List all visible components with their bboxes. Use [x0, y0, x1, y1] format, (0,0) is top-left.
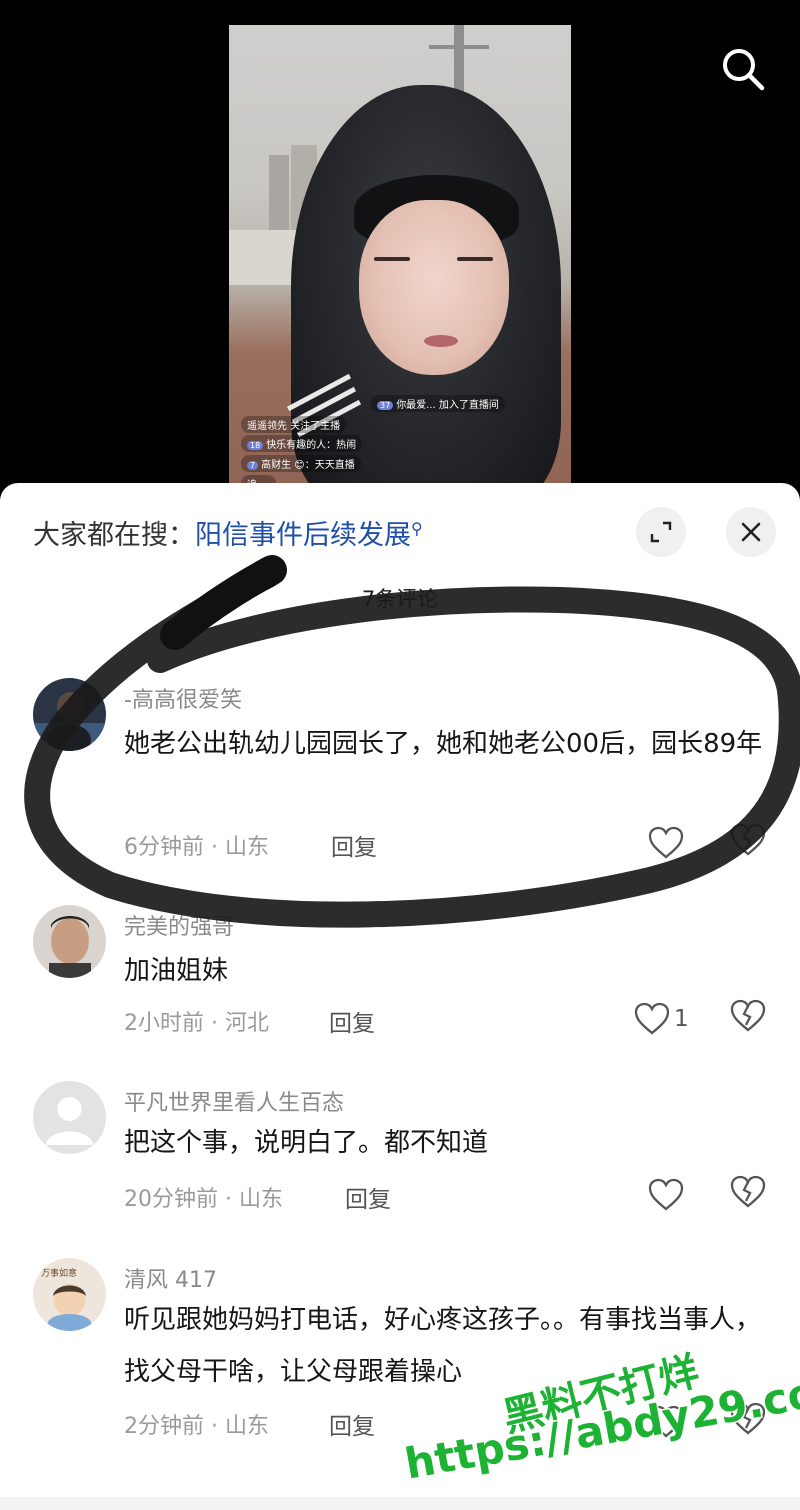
heart-icon [634, 1002, 670, 1035]
comment-meta: 2小时前 · 河北 [124, 1011, 269, 1036]
live-chat-message: 7 高财生 😊：天天直播 [241, 455, 361, 472]
like-button[interactable] [648, 823, 688, 863]
person-eye [374, 257, 410, 261]
expand-button[interactable] [636, 507, 686, 557]
comment-text: 她老公出轨幼儿园园长了，她和她老公00后，园长89年 [124, 729, 763, 759]
search-icon [723, 49, 765, 91]
avatar[interactable] [33, 678, 106, 751]
reply-button[interactable]: 回复 [331, 828, 377, 862]
level-badge: 37 [377, 401, 394, 410]
dislike-button[interactable] [730, 999, 770, 1039]
level-badge: 7 [247, 461, 259, 470]
broken-heart-icon [730, 1175, 766, 1208]
comment-count: 7条评论 [361, 587, 439, 611]
reply-button[interactable]: 回复 [329, 1004, 375, 1038]
live-follow-text: 遥遥领先 关注了主播 [247, 421, 341, 432]
street-lamp-arm [429, 45, 489, 49]
person-mouth [424, 335, 458, 347]
live-chat-message: 18 快乐有趣的人：热闹 [241, 435, 363, 452]
trending-search[interactable]: 大家都在搜：阳信事件后续发展⚲ [33, 513, 423, 552]
comment-username[interactable]: 完美的强哥 [124, 909, 234, 941]
person-eye [457, 257, 493, 261]
dislike-button[interactable] [730, 1175, 770, 1215]
person-face [359, 200, 509, 375]
reply-button[interactable]: 回复 [329, 1407, 375, 1441]
comment-username[interactable]: 平凡世界里看人生百态 [124, 1085, 344, 1117]
comment-meta: 20分钟前 · 山东 [124, 1187, 283, 1212]
like-button[interactable]: 1 [634, 999, 689, 1039]
comment-text: 加油姐妹 [124, 956, 229, 986]
live-chat-text: 高财生 😊：天天直播 [261, 460, 355, 471]
level-badge: 18 [247, 441, 264, 450]
comment-input-bar[interactable] [0, 1497, 800, 1510]
search-button[interactable] [718, 44, 768, 94]
live-video-frame[interactable]: 37 你最爱... 加入了直播间 遥遥领先 关注了主播 18 快乐有趣的人：热闹 7… [229, 25, 571, 495]
comment-meta: 6分钟前 · 山东 [124, 835, 269, 860]
dislike-button[interactable] [730, 823, 770, 863]
expand-icon [650, 521, 672, 543]
live-join-text: 你最爱... 加入了直播间 [396, 400, 499, 411]
live-follow-message: 遥遥领先 关注了主播 [241, 416, 347, 433]
heart-icon [648, 1178, 684, 1211]
avatar[interactable] [33, 905, 106, 978]
search-small-icon: ⚲ [411, 519, 423, 538]
like-button[interactable] [648, 1175, 688, 1215]
default-avatar-icon [33, 1081, 106, 1154]
comment-meta: 2分钟前 · 山东 [124, 1414, 269, 1439]
avatar[interactable] [33, 1081, 106, 1154]
trending-prefix: 大家都在搜： [33, 520, 195, 551]
live-join-message: 37 你最爱... 加入了直播间 [371, 395, 505, 412]
comment-username[interactable]: 清风 417 [124, 1262, 217, 1294]
comment-username[interactable]: -高高很爱笑 [124, 682, 242, 714]
broken-heart-icon [730, 823, 766, 856]
heart-icon [648, 826, 684, 859]
avatar[interactable]: 万事如意 [33, 1258, 106, 1331]
avatar-caption: 万事如意 [41, 1269, 78, 1279]
close-icon [741, 522, 761, 542]
live-video-area[interactable]: 37 你最爱... 加入了直播间 遥遥领先 关注了主播 18 快乐有趣的人：热闹 7… [0, 0, 800, 500]
broken-heart-icon [730, 999, 766, 1032]
comment-text: 把这个事，说明白了。都不知道 [124, 1128, 489, 1158]
like-count: 1 [674, 1006, 689, 1032]
trending-link[interactable]: 阳信事件后续发展 [195, 520, 411, 551]
reply-button[interactable]: 回复 [345, 1180, 391, 1214]
close-button[interactable] [726, 507, 776, 557]
live-chat-text: 快乐有趣的人：热闹 [266, 440, 357, 451]
